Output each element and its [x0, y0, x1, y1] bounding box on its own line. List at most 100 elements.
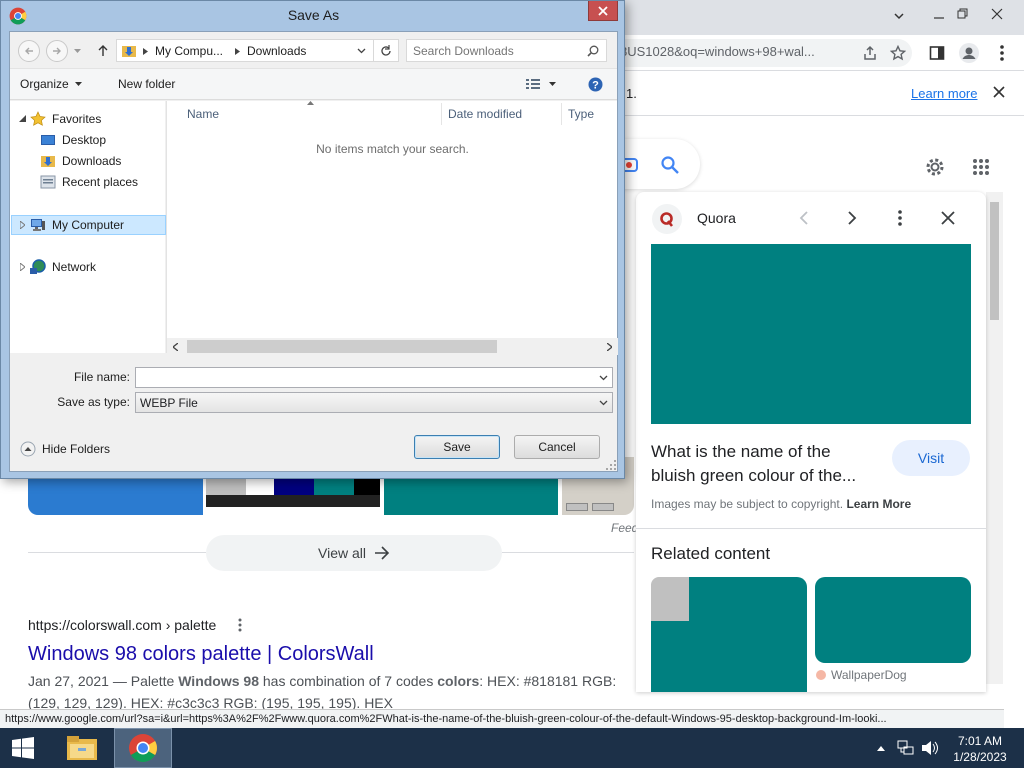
refresh-icon — [380, 44, 391, 56]
help-button[interactable]: ? — [586, 75, 604, 93]
panel-close-icon[interactable] — [938, 208, 958, 228]
up-arrow-icon — [98, 45, 108, 56]
related-image-1[interactable] — [651, 577, 807, 692]
expanded-arrow-icon[interactable] — [19, 115, 26, 122]
tree-label: Desktop — [62, 133, 107, 147]
result-url[interactable]: https://colorswall.com › palette — [28, 617, 216, 633]
window-close-button[interactable] — [982, 2, 1012, 26]
result-title-link[interactable]: Windows 98 colors palette | ColorsWall — [28, 643, 374, 666]
preview-image[interactable] — [651, 244, 971, 424]
breadcrumb-downloads[interactable]: Downloads — [247, 44, 306, 58]
address-history-dropdown[interactable] — [353, 42, 369, 59]
chrome-menu-icon[interactable] — [990, 41, 1014, 65]
view-all-button[interactable]: View all — [206, 535, 502, 571]
scrollbar-thumb[interactable] — [187, 340, 497, 353]
collapse-circle-icon — [20, 441, 36, 457]
tree-network[interactable]: Network — [30, 257, 96, 277]
learn-more-link[interactable]: Learn More — [846, 497, 911, 511]
search-icon — [587, 45, 599, 57]
close-icon — [598, 5, 608, 16]
hide-folders-label: Hide Folders — [42, 442, 111, 456]
file-explorer-taskbar-button[interactable] — [58, 728, 106, 768]
share-icon[interactable] — [858, 41, 882, 65]
cancel-button[interactable]: Cancel — [514, 435, 600, 459]
view-dropdown[interactable] — [546, 79, 558, 89]
save-as-type-select[interactable]: WEBP File — [135, 392, 613, 413]
dialog-close-button[interactable] — [588, 1, 618, 21]
show-hidden-icons[interactable] — [874, 741, 888, 755]
snippet-text: Jan 27, 2021 — Palette — [28, 673, 179, 689]
dropdown-arrow-icon — [548, 82, 556, 86]
breadcrumb-separator-icon — [143, 48, 148, 55]
apps-grid-icon[interactable] — [968, 154, 994, 180]
page-scrollbar[interactable] — [986, 192, 1003, 684]
scroll-right-icon[interactable] — [607, 343, 612, 351]
tree-favorites[interactable]: Favorites — [30, 109, 101, 129]
restore-button[interactable] — [948, 2, 978, 26]
side-panel-icon[interactable] — [925, 41, 949, 65]
minimize-button[interactable] — [884, 4, 914, 28]
resize-grip-icon[interactable] — [606, 460, 616, 470]
start-button[interactable] — [8, 736, 38, 760]
tree-downloads[interactable]: Downloads — [40, 151, 121, 171]
view-options-button[interactable] — [522, 75, 544, 93]
clock[interactable]: 7:01 AM 1/28/2023 — [948, 733, 1012, 765]
recent-locations-dropdown[interactable] — [72, 46, 82, 56]
settings-gear-icon[interactable] — [922, 154, 948, 180]
search-icon[interactable] — [658, 153, 682, 177]
tree-recent-places[interactable]: Recent places — [40, 172, 138, 192]
recent-places-icon — [40, 175, 56, 189]
tree-desktop[interactable]: Desktop — [40, 130, 106, 150]
info-bar-close-icon[interactable] — [989, 82, 1009, 102]
folder-icon — [67, 736, 97, 760]
column-header-date[interactable]: Date modified — [448, 107, 522, 121]
bookmark-star-icon[interactable] — [886, 41, 910, 65]
up-button[interactable] — [94, 41, 112, 61]
chevron-down-icon[interactable] — [599, 375, 608, 381]
more-options-icon[interactable] — [232, 617, 248, 633]
refresh-button[interactable] — [373, 40, 397, 61]
column-divider[interactable] — [441, 103, 442, 125]
save-as-type-value: WEBP File — [140, 395, 198, 410]
command-bar: Organize New folder ? — [10, 68, 617, 100]
chrome-taskbar-button[interactable] — [114, 728, 172, 768]
save-button[interactable]: Save — [414, 435, 500, 459]
scrollbar-thumb[interactable] — [990, 202, 999, 320]
breadcrumb-my-computer[interactable]: My Compu... — [155, 44, 223, 58]
feedback-link[interactable]: Feed — [611, 521, 638, 535]
network-tray-icon[interactable] — [896, 738, 916, 758]
learn-more-link[interactable]: Learn more — [911, 86, 977, 101]
prev-arrow-icon[interactable] — [794, 208, 814, 228]
hide-folders-toggle[interactable]: Hide Folders — [20, 441, 110, 457]
address-breadcrumb[interactable]: My Compu... Downloads — [116, 39, 399, 62]
related-image-2[interactable] — [815, 577, 971, 663]
file-name-input[interactable] — [135, 367, 613, 388]
back-button[interactable] — [18, 40, 40, 62]
scroll-left-icon[interactable] — [173, 343, 178, 351]
volume-tray-icon[interactable] — [920, 738, 940, 758]
svg-text:?: ? — [592, 79, 599, 91]
next-arrow-icon[interactable] — [842, 208, 862, 228]
chevron-down-icon — [894, 13, 904, 20]
omnibox-url[interactable]: 8US1028&oq=windows+98+wal... — [620, 44, 850, 60]
panel-more-icon[interactable] — [890, 208, 910, 228]
new-folder-button[interactable]: New folder — [118, 77, 175, 91]
search-input[interactable] — [409, 41, 579, 60]
profile-avatar[interactable] — [957, 41, 981, 65]
column-header-name[interactable]: Name — [187, 107, 219, 121]
column-header-type[interactable]: Type — [568, 107, 594, 121]
column-divider[interactable] — [561, 103, 562, 125]
empty-message: No items match your search. — [316, 142, 469, 156]
copyright-note: Images may be subject to copyright. Lear… — [651, 497, 911, 511]
preview-title[interactable]: What is the name of the bluish green col… — [651, 440, 856, 488]
collapsed-arrow-icon[interactable] — [20, 221, 25, 229]
horizontal-scrollbar[interactable] — [167, 338, 618, 355]
organize-menu[interactable]: Organize — [20, 77, 82, 91]
collapsed-arrow-icon[interactable] — [20, 263, 25, 271]
visit-button[interactable]: Visit — [892, 440, 970, 476]
search-field[interactable] — [406, 39, 607, 62]
forward-button[interactable] — [46, 40, 68, 62]
tree-my-computer[interactable]: My Computer — [30, 215, 124, 235]
divider — [502, 552, 634, 553]
file-name-label: File name: — [73, 370, 130, 384]
